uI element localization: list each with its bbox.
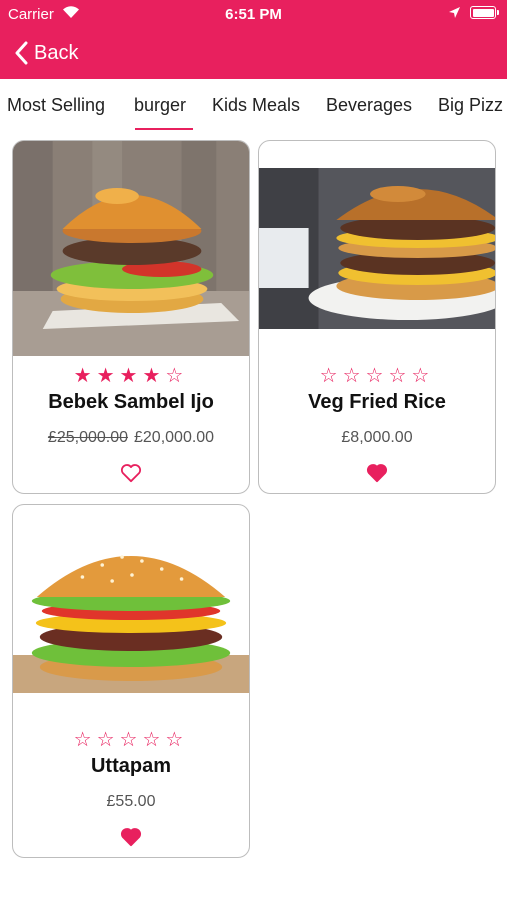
tab-most-selling[interactable]: Most Selling xyxy=(7,95,105,116)
tab-burger[interactable]: burger xyxy=(134,95,186,116)
star-filled-icon: ★ xyxy=(96,365,120,387)
location-arrow-icon xyxy=(449,7,460,18)
star-outline-icon: ☆ xyxy=(96,729,120,751)
star-outline-icon: ☆ xyxy=(165,729,189,751)
product-card[interactable]: ☆☆☆☆☆ Veg Fried Rice £8,000.00 xyxy=(258,140,496,494)
back-button[interactable]: Back xyxy=(14,38,78,68)
current-price: £20,000.00 xyxy=(134,429,215,446)
tab-big-pizza[interactable]: Big Pizz xyxy=(438,95,503,116)
star-filled-icon: ★ xyxy=(119,365,143,387)
product-card[interactable]: ★★★★☆ Bebek Sambel Ijo £25,000.00 £20,000… xyxy=(12,140,250,494)
current-price: £8,000.00 xyxy=(341,429,413,446)
product-price: £25,000.00 £20,000.00 xyxy=(13,429,249,447)
star-outline-icon: ☆ xyxy=(73,729,97,751)
old-price: £25,000.00 xyxy=(47,429,128,446)
tab-beverages[interactable]: Beverages xyxy=(326,95,412,116)
star-filled-icon: ★ xyxy=(73,365,97,387)
product-card[interactable]: ☆☆☆☆☆ Uttapam £55.00 xyxy=(12,504,250,858)
product-name: Bebek Sambel Ijo xyxy=(48,391,214,413)
selected-tab-indicator xyxy=(135,128,193,130)
tab-kids-meals[interactable]: Kids Meals xyxy=(212,95,300,116)
product-name: Veg Fried Rice xyxy=(308,391,446,413)
product-price: £55.00 xyxy=(13,793,249,811)
star-outline-icon: ☆ xyxy=(142,729,166,751)
star-outline-icon: ☆ xyxy=(388,365,412,387)
star-outline-icon: ☆ xyxy=(411,365,435,387)
rating-stars: ☆☆☆☆☆ xyxy=(13,727,249,752)
burger-image xyxy=(13,535,249,693)
heart-outline-icon[interactable] xyxy=(120,463,142,483)
burger-image xyxy=(13,141,249,356)
star-outline-icon: ☆ xyxy=(365,365,389,387)
product-name: Uttapam xyxy=(90,755,171,777)
heart-filled-icon[interactable] xyxy=(366,463,388,483)
current-price: £55.00 xyxy=(106,793,156,810)
rating-stars: ★★★★☆ xyxy=(13,363,249,388)
app-header: Carrier 6:51 PM Back xyxy=(0,0,507,79)
chevron-left-icon xyxy=(15,41,28,65)
battery-tip xyxy=(497,10,499,15)
star-outline-icon: ☆ xyxy=(319,365,343,387)
star-outline-icon: ☆ xyxy=(342,365,366,387)
star-outline-icon: ☆ xyxy=(165,365,189,387)
burger-image xyxy=(259,168,495,329)
status-time: 6:51 PM xyxy=(225,6,282,23)
status-bar: Carrier 6:51 PM xyxy=(0,0,507,28)
back-label: Back xyxy=(34,41,79,64)
category-tabs: Most Selling burger Kids Meals Beverages… xyxy=(0,79,507,133)
battery-icon xyxy=(470,6,496,19)
heart-filled-icon[interactable] xyxy=(120,827,142,847)
rating-stars: ☆☆☆☆☆ xyxy=(259,363,495,388)
star-outline-icon: ☆ xyxy=(119,729,143,751)
product-price: £8,000.00 xyxy=(259,429,495,447)
star-filled-icon: ★ xyxy=(142,365,166,387)
